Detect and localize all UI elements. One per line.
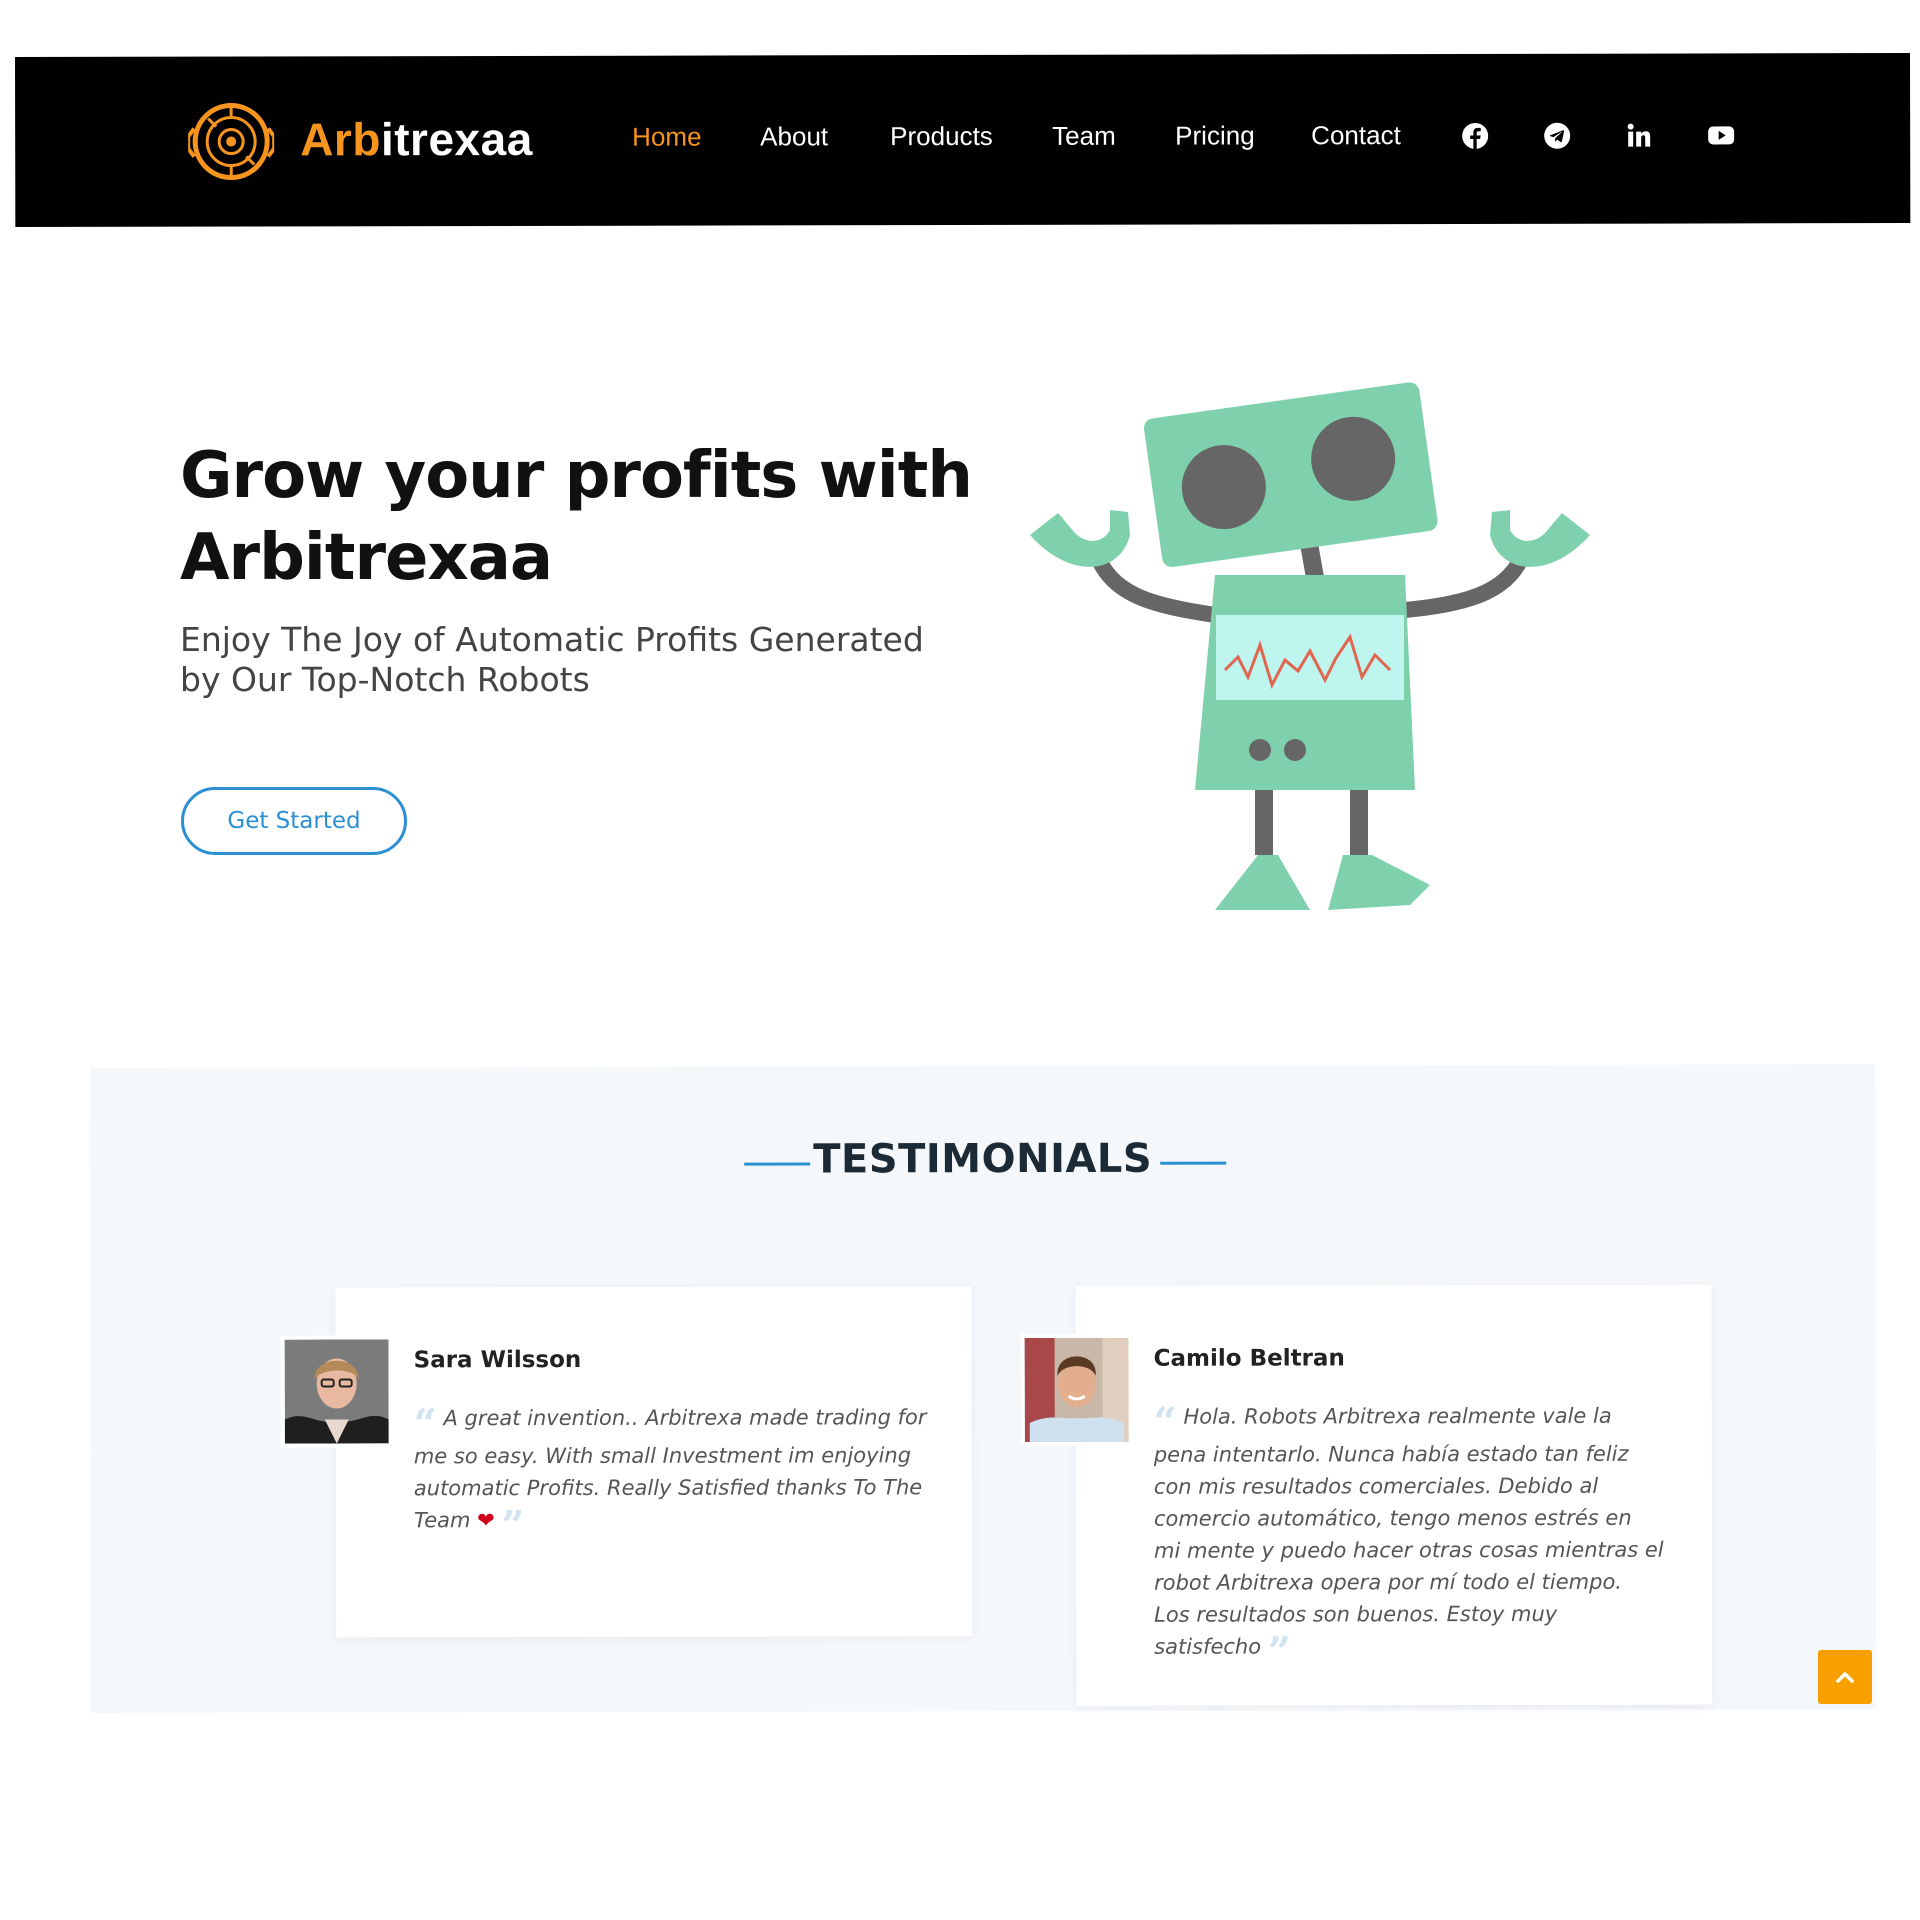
person-name: Sara Wilsson (413, 1346, 582, 1374)
nav-about[interactable]: About (760, 121, 828, 152)
robot-illustration (1030, 382, 1590, 910)
nav-products[interactable]: Products (890, 121, 993, 152)
quote-close-icon: ” (1267, 1628, 1291, 1676)
title-line-right (1160, 1161, 1227, 1165)
brand-name-accent: Arb (300, 113, 381, 166)
get-started-button[interactable]: Get Started (181, 787, 407, 855)
testimonial-text: “ A great invention.. Arbitrexa made tra… (413, 1400, 934, 1549)
brand-name[interactable]: Arbitrexaa (300, 112, 533, 166)
facebook-icon[interactable] (1461, 122, 1489, 150)
testimonials-section: TESTIMONIALS Sara Wilsson “ A great inve… (90, 1064, 1877, 1713)
hero-title: Grow your profits with Arbitrexaa (180, 439, 973, 595)
top-navbar: Arbitrexaa Home About Products Team Pric… (15, 53, 1911, 227)
logo-icon[interactable] (188, 98, 275, 184)
testimonial-text: “ Hola. Robots Arbitrexa realmente vale … (1153, 1398, 1665, 1676)
quote-open-icon: “ (413, 1400, 437, 1448)
person-name: Camilo Beltran (1153, 1345, 1345, 1372)
back-to-top-button[interactable] (1818, 1650, 1872, 1704)
nav-contact[interactable]: Contact (1311, 120, 1401, 151)
section-title: TESTIMONIALS (813, 1135, 1153, 1183)
quote-close-icon: ” (501, 1502, 525, 1550)
nav-home[interactable]: Home (632, 122, 701, 153)
testimonial-quote: Hola. Robots Arbitrexa realmente vale la… (1153, 1403, 1664, 1659)
linkedin-icon[interactable] (1625, 122, 1653, 150)
nav-pricing[interactable]: Pricing (1175, 120, 1255, 151)
avatar-woman-image (284, 1339, 389, 1444)
avatar (280, 1335, 393, 1448)
youtube-icon[interactable] (1707, 121, 1735, 149)
chevron-up-icon (1836, 1672, 1854, 1683)
heart-icon: ❤ (477, 1508, 495, 1533)
quote-open-icon: “ (1153, 1398, 1177, 1446)
nav-team[interactable]: Team (1052, 121, 1116, 152)
avatar (1020, 1333, 1133, 1447)
telegram-icon[interactable] (1543, 122, 1571, 150)
hero-subtitle: Enjoy The Joy of Automatic Profits Gener… (180, 620, 924, 699)
brand-name-rest: itrexaa (380, 112, 533, 166)
avatar-man-image (1024, 1337, 1129, 1443)
